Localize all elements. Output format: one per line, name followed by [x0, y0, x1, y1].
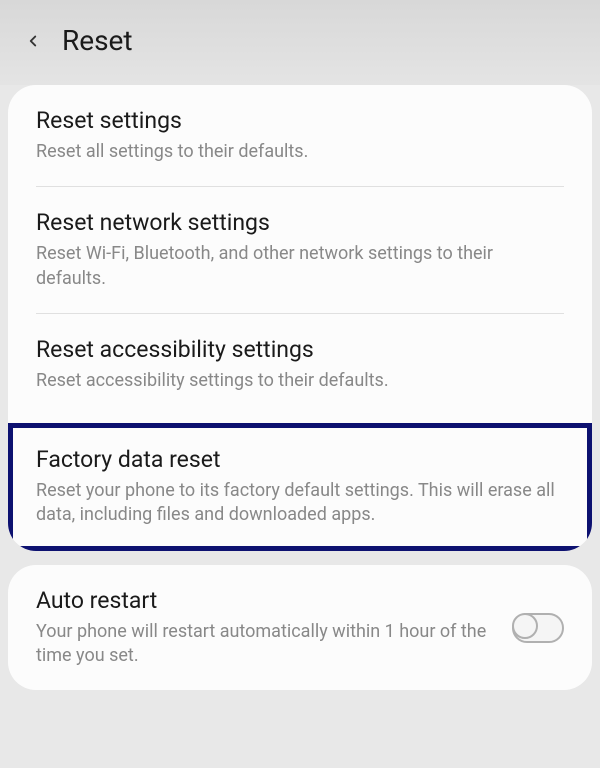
reset-accessibility-item[interactable]: Reset accessibility settings Reset acces…	[8, 314, 592, 415]
reset-settings-item[interactable]: Reset settings Reset all settings to the…	[8, 85, 592, 186]
item-desc: Reset all settings to their defaults.	[36, 140, 564, 164]
back-icon[interactable]	[24, 32, 42, 50]
item-title: Factory data reset	[36, 446, 564, 473]
item-title: Reset network settings	[36, 209, 564, 236]
toggle-knob	[512, 613, 538, 639]
item-title: Reset settings	[36, 107, 564, 134]
reset-network-item[interactable]: Reset network settings Reset Wi-Fi, Blue…	[8, 187, 592, 313]
item-desc: Reset your phone to its factory default …	[36, 479, 564, 528]
factory-reset-highlight: Factory data reset Reset your phone to i…	[8, 423, 592, 551]
item-title: Reset accessibility settings	[36, 336, 564, 363]
auto-restart-toggle[interactable]	[512, 613, 564, 643]
settings-card: Reset settings Reset all settings to the…	[8, 85, 592, 551]
toggle-text: Auto restart Your phone will restart aut…	[36, 587, 512, 669]
item-desc: Reset Wi-Fi, Bluetooth, and other networ…	[36, 242, 564, 291]
header: Reset	[0, 0, 600, 85]
factory-reset-item[interactable]: Factory data reset Reset your phone to i…	[13, 428, 587, 546]
auto-restart-card: Auto restart Your phone will restart aut…	[8, 565, 592, 691]
item-desc: Your phone will restart automatically wi…	[36, 620, 492, 669]
page-title: Reset	[62, 24, 133, 57]
content: Reset settings Reset all settings to the…	[0, 85, 600, 690]
item-desc: Reset accessibility settings to their de…	[36, 369, 564, 393]
item-title: Auto restart	[36, 587, 492, 614]
auto-restart-item[interactable]: Auto restart Your phone will restart aut…	[8, 565, 592, 691]
